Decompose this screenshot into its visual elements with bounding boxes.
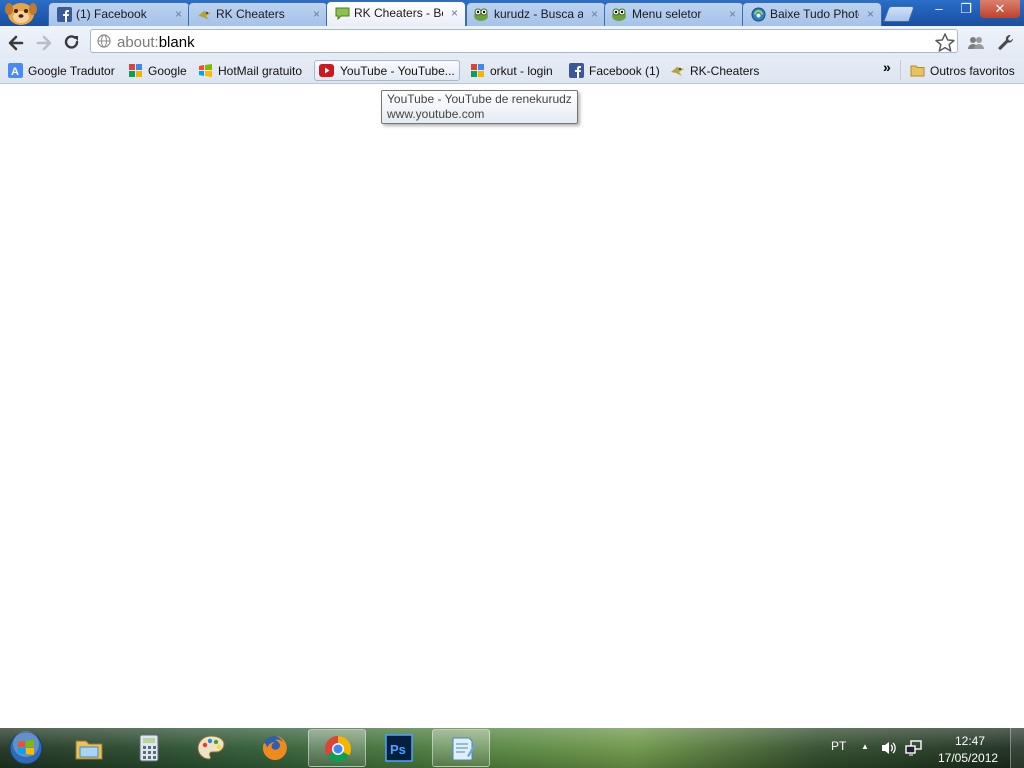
bookmarks-bar: A Google Tradutor Google HotMail gratuit… <box>0 58 1024 84</box>
tab-close-icon[interactable]: × <box>175 6 182 22</box>
google-icon <box>471 64 484 77</box>
tray-overflow-arrow-icon[interactable]: ▲ <box>861 742 869 751</box>
globe-icon <box>97 34 111 48</box>
bookmark-youtube[interactable]: YouTube - YouTube... <box>314 60 460 81</box>
chrome-icon <box>324 735 352 763</box>
url-path: blank <box>158 34 195 51</box>
bookmarks-divider <box>900 60 901 80</box>
tab-title: RK Cheaters <box>216 7 285 21</box>
bookmark-label: Google <box>148 64 187 78</box>
taskbar-windows-explorer[interactable] <box>60 729 118 767</box>
close-button[interactable]: ✕ <box>980 0 1020 18</box>
tab-close-icon[interactable]: × <box>313 6 320 22</box>
notepad-icon <box>452 737 476 761</box>
tab-close-icon[interactable]: × <box>451 5 458 21</box>
profile-avatar-icon[interactable] <box>4 0 38 26</box>
users-extension-icon[interactable] <box>966 33 986 53</box>
calculator-icon <box>139 734 159 762</box>
svg-text:A: A <box>11 66 19 78</box>
baixe-tudo-icon <box>751 7 766 22</box>
taskbar-firefox[interactable] <box>246 729 304 767</box>
show-desktop-button[interactable] <box>1010 728 1024 768</box>
tab-menu-seletor[interactable]: Menu seletor × <box>604 2 744 26</box>
wrench-icon[interactable] <box>996 33 1016 53</box>
taskbar: Ps PT ▲ 12:47 17/05/2012 <box>0 728 1024 768</box>
bookmark-label: YouTube - YouTube... <box>340 64 455 78</box>
bookmark-hotmail[interactable]: HotMail gratuito <box>198 60 310 81</box>
url-scheme: about: <box>117 34 159 51</box>
url-text: about:blank <box>117 34 195 51</box>
taskbar-chrome[interactable] <box>308 729 366 767</box>
tab-facebook[interactable]: (1) Facebook × <box>48 2 190 26</box>
bookmark-label: HotMail gratuito <box>218 64 303 78</box>
tab-close-icon[interactable]: × <box>591 6 598 22</box>
clock-time[interactable]: 12:47 <box>955 734 985 748</box>
kurudz-icon <box>612 8 626 21</box>
bookmark-label: Facebook (1) <box>589 64 660 78</box>
bookmark-label: Google Tradutor <box>28 64 115 78</box>
navigation-toolbar: about:blank <box>0 26 1024 58</box>
paint-palette-icon <box>197 735 225 760</box>
photoshop-icon: Ps <box>385 734 413 762</box>
bookmark-label: orkut - login <box>490 64 553 78</box>
tab-title: Baixe Tudo Photoshop <box>770 7 859 21</box>
tab-close-icon[interactable]: × <box>867 6 874 22</box>
svg-text:Ps: Ps <box>390 742 406 757</box>
volume-icon[interactable] <box>880 740 898 756</box>
address-bar[interactable]: about:blank <box>90 29 958 53</box>
rk-cheaters-icon <box>198 11 211 20</box>
google-icon <box>129 64 142 77</box>
tab-title: RK Cheaters - Bem <box>354 6 443 20</box>
minimize-button[interactable]: – <box>926 0 952 18</box>
taskbar-photoshop[interactable]: Ps <box>370 729 428 767</box>
tab-title: kurudz - Busca avançada <box>494 7 583 21</box>
bookmark-star-icon[interactable] <box>934 32 956 54</box>
tab-close-icon[interactable]: × <box>729 6 736 22</box>
tab-title: Menu seletor <box>632 7 702 21</box>
language-indicator[interactable]: PT <box>831 739 846 753</box>
start-button-icon[interactable] <box>6 730 46 766</box>
tab-rk-cheaters[interactable]: RK Cheaters × <box>188 2 328 26</box>
taskbar-calculator[interactable] <box>120 729 178 767</box>
tab-title: (1) Facebook <box>76 7 147 21</box>
bookmark-google-tradutor[interactable]: A Google Tradutor <box>8 60 120 81</box>
bookmark-tooltip: YouTube - YouTube de renekurudz www.yout… <box>381 90 578 124</box>
folder-icon <box>910 65 925 77</box>
facebook-icon <box>57 7 72 22</box>
taskbar-notepad-app[interactable] <box>432 729 490 767</box>
firefox-icon <box>262 736 287 760</box>
other-bookmarks-folder[interactable]: Outros favoritos <box>910 60 1020 81</box>
forward-arrow-icon[interactable] <box>34 33 54 53</box>
tooltip-url: www.youtube.com <box>387 107 485 121</box>
bookmark-label: Outros favoritos <box>930 64 1015 78</box>
bookmark-label: RK-Cheaters <box>690 64 760 78</box>
new-tab-button[interactable] <box>883 6 915 22</box>
tab-rk-cheaters-bem[interactable]: RK Cheaters - Bem × <box>326 1 466 26</box>
tooltip-title: YouTube - YouTube de renekurudz <box>387 92 572 106</box>
network-icon[interactable] <box>905 740 923 756</box>
facebook-icon <box>569 63 584 78</box>
tab-kurudz-busca[interactable]: kurudz - Busca avançada × <box>466 2 606 26</box>
google-translate-icon: A <box>8 63 23 78</box>
taskbar-paint[interactable] <box>182 729 240 767</box>
back-arrow-icon[interactable] <box>6 33 26 53</box>
tab-strip: (1) Facebook × RK Cheaters × RK Cheaters… <box>0 0 1024 26</box>
bookmarks-overflow-chevron[interactable]: » <box>883 59 891 75</box>
maximize-button[interactable]: ❐ <box>953 0 979 18</box>
windows-flag-icon <box>199 64 212 77</box>
bookmark-rk-cheaters[interactable]: RK-Cheaters <box>670 60 760 81</box>
bookmark-facebook[interactable]: Facebook (1) <box>569 60 661 81</box>
kurudz-icon <box>474 8 488 21</box>
page-content-area[interactable] <box>0 84 1024 728</box>
youtube-icon <box>319 64 334 77</box>
reload-icon[interactable] <box>62 33 82 53</box>
folder-icon <box>75 740 103 760</box>
clock-date[interactable]: 17/05/2012 <box>938 751 998 765</box>
bookmark-orkut[interactable]: orkut - login <box>470 60 562 81</box>
rk-cheaters-icon <box>671 67 684 76</box>
bookmark-google[interactable]: Google <box>128 60 190 81</box>
forum-speech-icon <box>335 7 350 21</box>
tab-baixe-tudo[interactable]: Baixe Tudo Photoshop × <box>742 2 882 26</box>
